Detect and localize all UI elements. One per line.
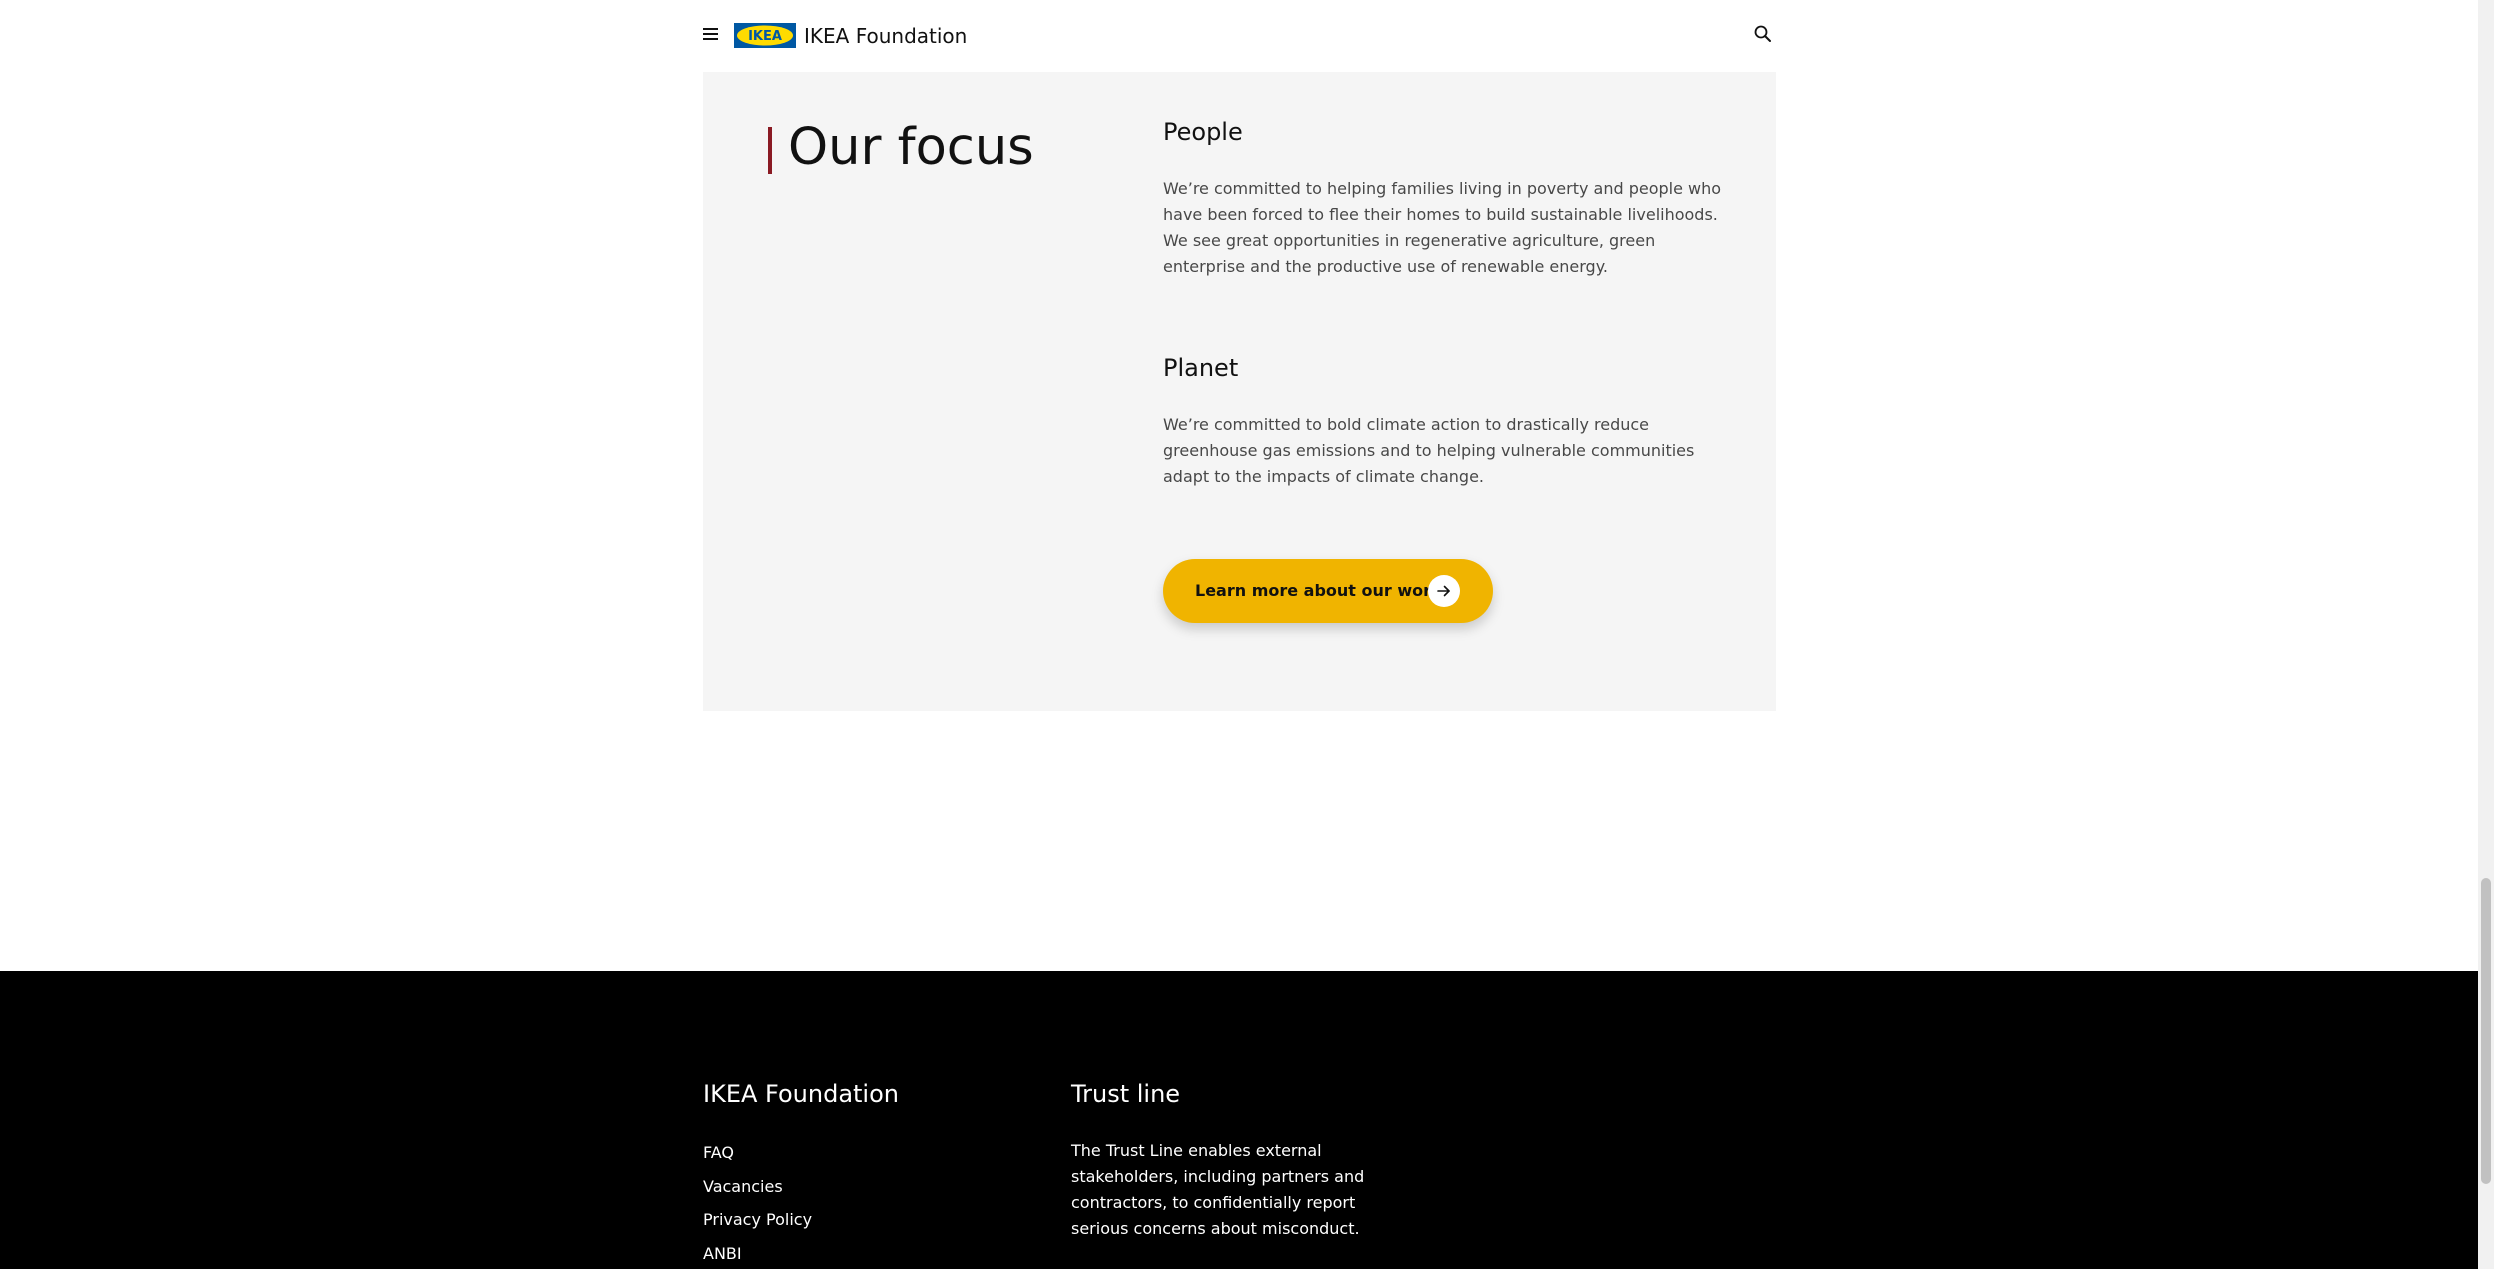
people-title: People	[1163, 118, 1243, 146]
site-header: IKEA IKEA Foundation	[0, 0, 2478, 72]
footer-foundation-column: IKEA Foundation FAQ Vacancies Privacy Po…	[703, 1076, 1023, 1263]
brand-name[interactable]: IKEA Foundation	[804, 21, 967, 51]
scrollbar-thumb[interactable]	[2481, 878, 2491, 1184]
our-focus-section: Our focus People We’re committed to help…	[703, 72, 1776, 711]
learn-more-label: Learn more about our work	[1195, 581, 1442, 600]
footer-trust-heading: Trust line	[1071, 1080, 1181, 1108]
trust-line-description: The Trust Line enables external stakehol…	[1071, 1141, 1365, 1238]
hamburger-menu-icon[interactable]	[703, 26, 718, 40]
search-icon[interactable]	[1753, 24, 1773, 44]
footer-link-privacy-policy[interactable]: Privacy Policy	[703, 1203, 812, 1237]
ikea-logo-text: IKEA	[748, 29, 782, 44]
footer-trust-column: Trust line The Trust Line enables extern…	[1071, 1076, 1411, 1238]
section-title: Our focus	[788, 118, 1034, 177]
footer-link-faq[interactable]: FAQ	[703, 1136, 812, 1170]
footer-link-anbi[interactable]: ANBI	[703, 1237, 812, 1269]
footer-link-vacancies[interactable]: Vacancies	[703, 1170, 812, 1204]
page: IKEA IKEA Foundation Our focus People We…	[0, 0, 2494, 1269]
planet-title: Planet	[1163, 354, 1239, 382]
heading-accent-bar	[768, 127, 772, 174]
ikea-logo[interactable]: IKEA	[734, 23, 796, 48]
footer-foundation-heading: IKEA Foundation	[703, 1080, 899, 1108]
planet-pillar: Planet We’re committed to bold climate a…	[1163, 350, 1723, 486]
footer-links: FAQ Vacancies Privacy Policy ANBI	[703, 1136, 812, 1269]
arrow-right-icon	[1428, 575, 1460, 607]
people-pillar: People We’re committed to helping famili…	[1163, 114, 1723, 276]
page-scrollbar[interactable]	[2478, 0, 2494, 1269]
site-footer: IKEA Foundation FAQ Vacancies Privacy Po…	[0, 971, 2478, 1269]
planet-description: We’re committed to bold climate action t…	[1163, 415, 1695, 486]
people-description: We’re committed to helping families livi…	[1163, 179, 1722, 276]
header-inner: IKEA IKEA Foundation	[703, 0, 1776, 72]
learn-more-button[interactable]: Learn more about our work	[1163, 559, 1493, 623]
